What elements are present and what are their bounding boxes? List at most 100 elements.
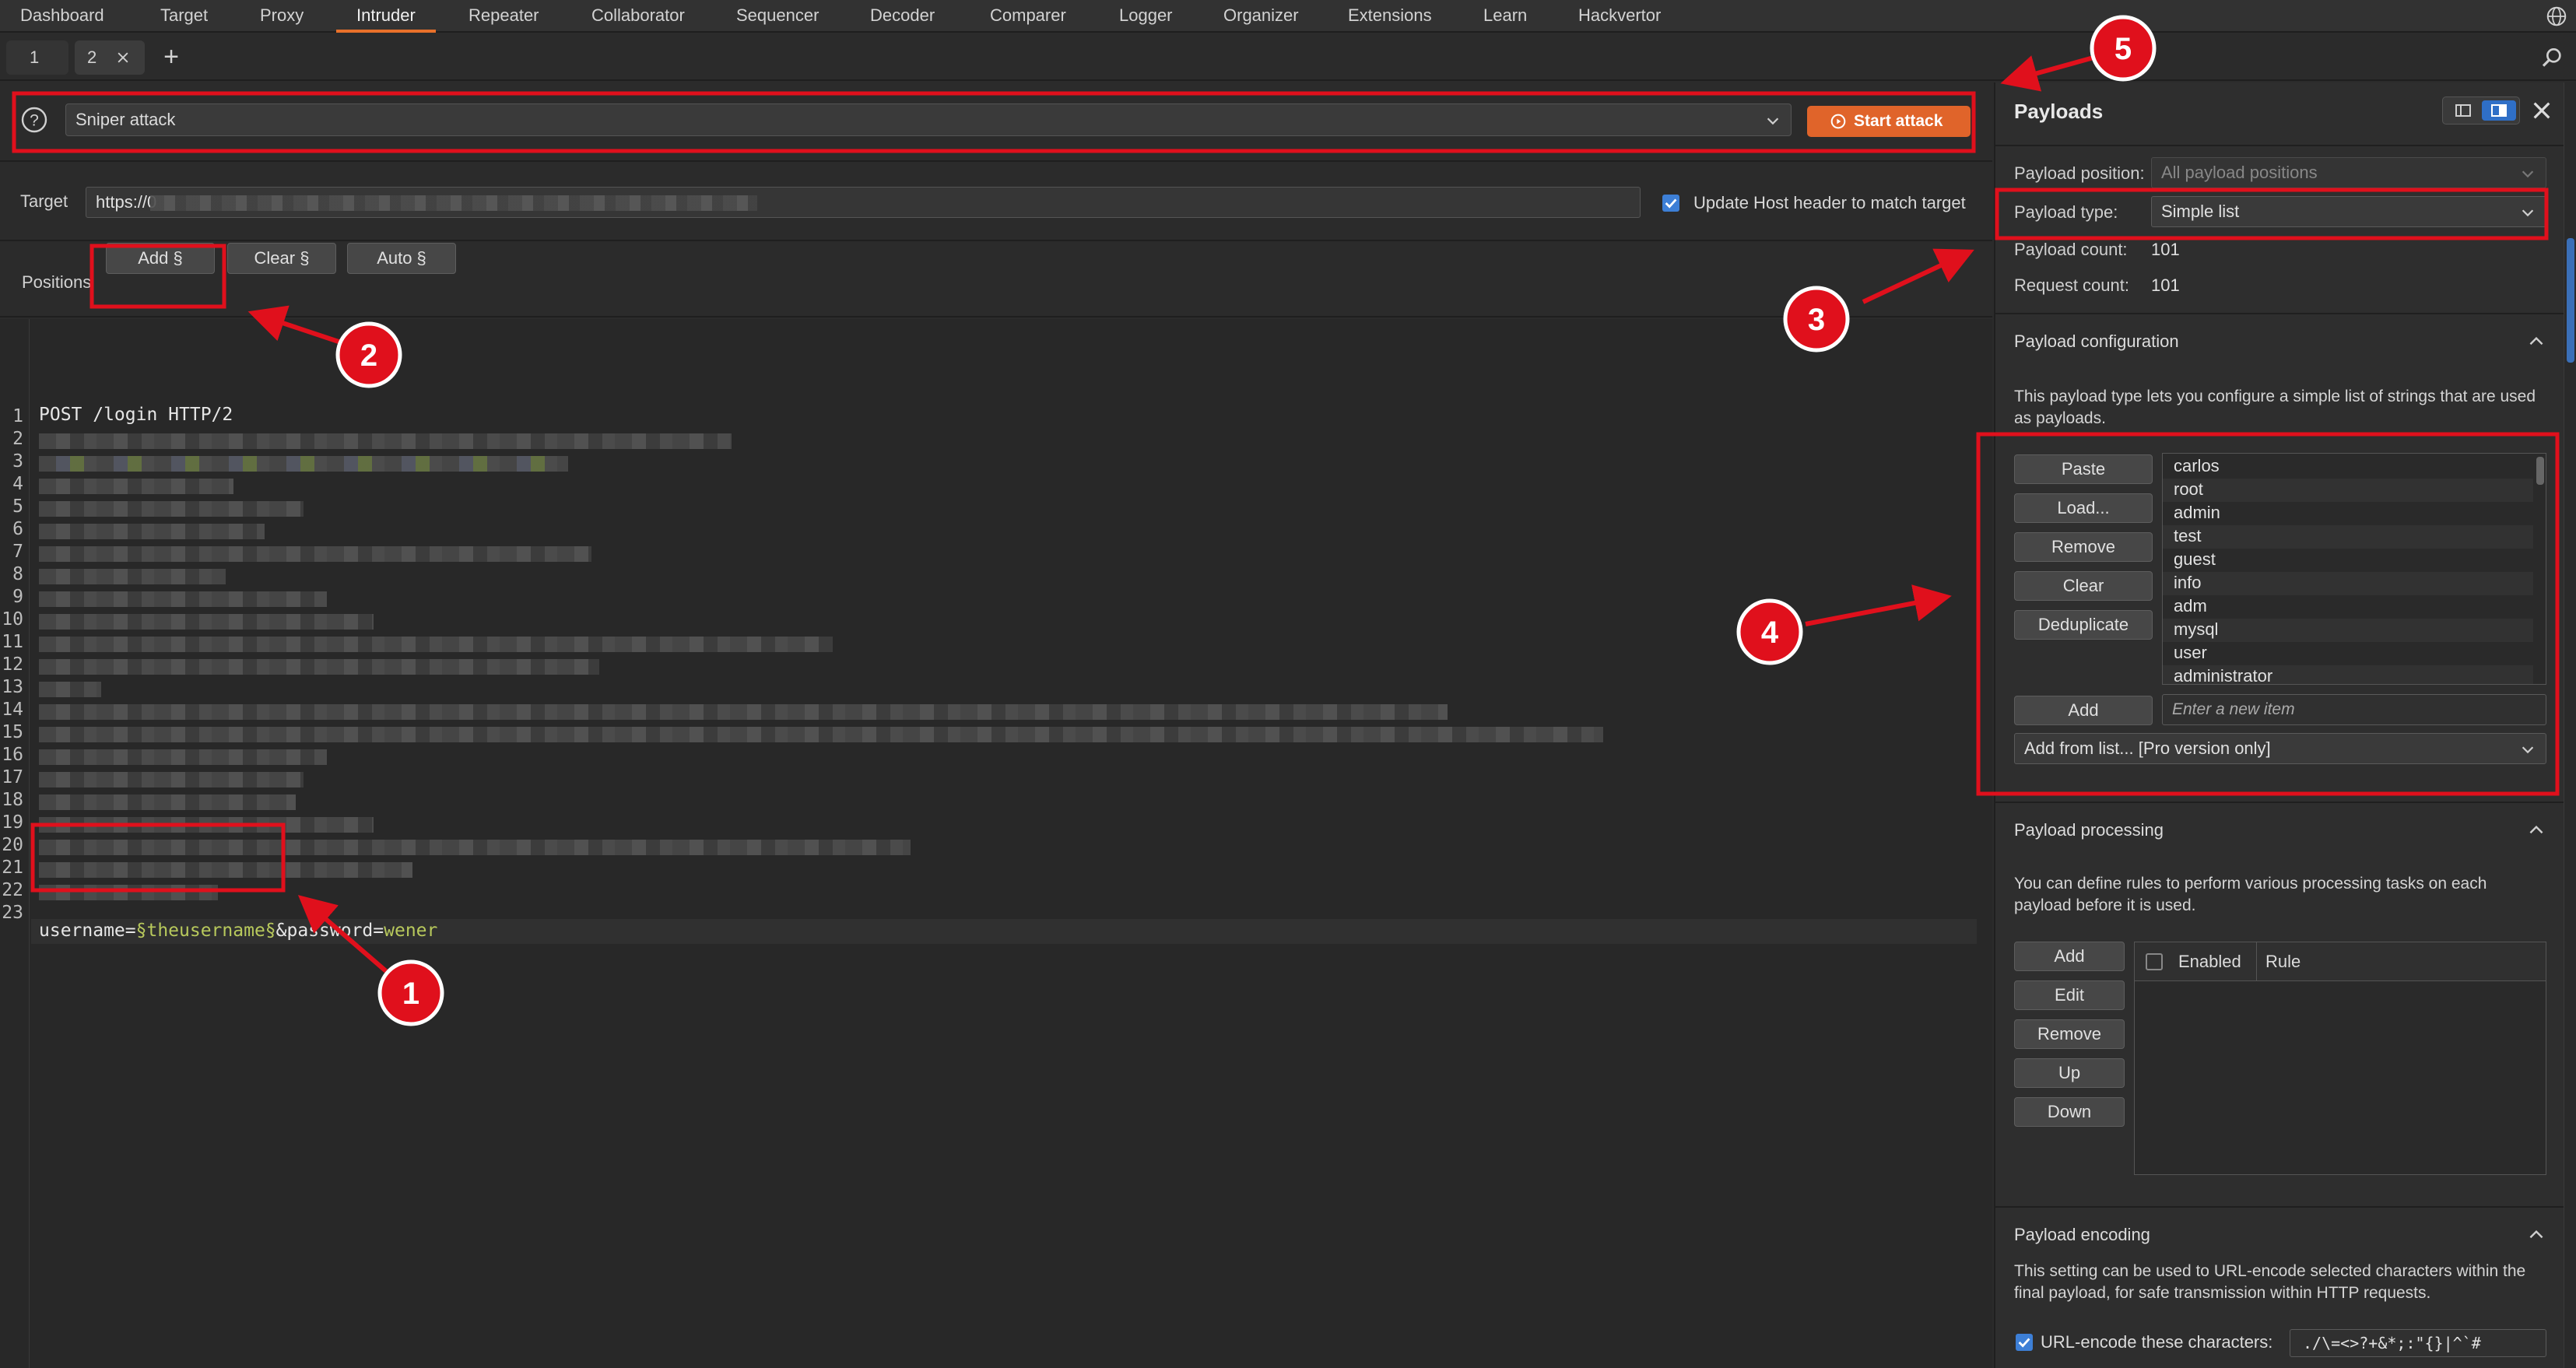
divider [1995,802,2564,803]
subtab-1[interactable]: 1 [6,40,68,75]
menu-tab-comparer[interactable]: Comparer [990,0,1066,33]
chevron-up-icon[interactable] [2526,331,2546,352]
close-panel-icon[interactable] [2529,98,2554,123]
line-number: 9 [12,587,23,607]
new-item-input[interactable]: Enter a new item [2162,694,2546,725]
list-item[interactable]: root [2163,479,2533,502]
subtab-2-label: 2 [87,47,97,67]
panel-scrollbar[interactable] [2564,82,2576,1368]
url-encode-chars-input[interactable]: ./\=<>?+&*;:"{}|^`# [2290,1329,2546,1357]
clear-markers-button[interactable]: Clear § [227,243,336,274]
payload-position-value: All payload positions [2161,163,2318,182]
processing-rules-table[interactable]: Enabled Rule [2134,942,2546,1175]
new-tab-plus-icon[interactable]: + [156,42,187,73]
menu-tab-target[interactable]: Target [160,0,208,33]
url-encode-label: URL-encode these characters: [2041,1332,2273,1352]
line-number: 8 [12,564,23,584]
move-down-button[interactable]: Down [2014,1097,2125,1127]
redacted-header-line [39,727,1603,742]
list-item[interactable]: admin [2163,502,2533,525]
subtab-2[interactable]: 2 [75,40,145,75]
list-item[interactable]: carlos [2163,455,2533,479]
line-number: 22 [2,880,23,900]
url-encode-checkbox[interactable] [2016,1334,2033,1351]
list-view-icon[interactable] [2446,100,2480,121]
redacted-header-line [39,862,412,878]
help-icon[interactable]: ? [20,106,48,134]
menu-tab-learn[interactable]: Learn [1483,0,1527,33]
load-button[interactable]: Load... [2014,493,2153,523]
add-from-list-select[interactable]: Add from list... [Pro version only] [2014,733,2546,764]
redacted-header-line [39,794,296,810]
request-body-line: username=§theusername§&password=wener [39,921,437,941]
line-number: 3 [12,451,23,472]
list-scrollbar[interactable] [2536,457,2544,485]
chevron-up-icon[interactable] [2526,820,2546,840]
intruder-subtabs: 1 2 + [0,34,2576,81]
start-attack-button[interactable]: Start attack [1807,106,1971,137]
redacted-header-line [39,659,599,675]
menu-tab-intruder[interactable]: Intruder [336,0,436,33]
menu-tab-extensions[interactable]: Extensions [1348,0,1432,33]
redacted-header-line [39,885,218,900]
redacted-header-line [39,840,911,855]
auto-markers-button[interactable]: Auto § [347,243,456,274]
globe-icon[interactable] [2545,5,2568,28]
body-password-value: wener [384,921,438,941]
search-icon[interactable] [2540,45,2565,70]
move-up-button[interactable]: Up [2014,1058,2125,1088]
request-editor[interactable]: 1 2 3 4 5 6 7 8 9 10 11 12 13 14 15 16 1… [0,319,1992,1368]
redacted-header-line [39,433,732,449]
menu-tab-repeater[interactable]: Repeater [469,0,539,33]
layout-toggle[interactable] [2442,96,2520,125]
payload-type-value: Simple list [2161,202,2240,221]
menu-tab-decoder[interactable]: Decoder [870,0,935,33]
add-item-button[interactable]: Add [2014,696,2153,725]
line-number: 5 [12,496,23,517]
payload-marker[interactable]: §theusername§ [136,921,276,941]
add-rule-button[interactable]: Add [2014,942,2125,971]
remove-rule-button[interactable]: Remove [2014,1019,2125,1049]
enable-all-checkbox[interactable] [2146,953,2163,970]
menu-tab-proxy[interactable]: Proxy [260,0,304,33]
edit-rule-button[interactable]: Edit [2014,980,2125,1010]
paste-button[interactable]: Paste [2014,454,2153,484]
line-number: 20 [2,835,23,855]
line-number-gutter: 1 2 3 4 5 6 7 8 9 10 11 12 13 14 15 16 1… [0,319,30,1368]
body-username-key: username= [39,921,136,941]
menu-tab-hackvertor[interactable]: Hackvertor [1578,0,1661,33]
menu-tab-dashboard[interactable]: Dashboard [20,0,104,33]
payload-processing-title: Payload processing [2014,820,2164,840]
list-item[interactable]: info [2163,572,2533,595]
attack-type-select[interactable]: Sniper attack [65,103,1792,136]
panel-scroll-thumb[interactable] [2567,238,2574,363]
menu-tab-logger[interactable]: Logger [1119,0,1173,33]
clear-button[interactable]: Clear [2014,571,2153,601]
list-item[interactable]: user [2163,642,2533,665]
payload-type-select[interactable]: Simple list [2151,196,2546,227]
column-divider [2256,942,2257,981]
menu-tab-collaborator[interactable]: Collaborator [591,0,685,33]
split-view-icon[interactable] [2482,100,2516,121]
start-attack-label: Start attack [1854,112,1943,130]
enabled-column-header: Enabled [2178,952,2241,971]
target-url-input[interactable]: https://0 [86,187,1641,218]
deduplicate-button[interactable]: Deduplicate [2014,610,2153,640]
remove-button[interactable]: Remove [2014,532,2153,562]
payload-position-select: All payload positions [2151,157,2546,188]
payload-list[interactable]: carlos root admin test guest info adm my… [2162,453,2546,685]
list-item[interactable]: mysql [2163,619,2533,642]
chevron-up-icon[interactable] [2526,1225,2546,1245]
list-item[interactable]: administrator [2163,665,2533,684]
redacted-header-line [39,569,226,584]
add-marker-button[interactable]: Add § [106,243,215,274]
redacted-header-line [39,479,233,494]
menu-tab-organizer[interactable]: Organizer [1223,0,1299,33]
update-host-checkbox[interactable] [1662,195,1679,212]
chevron-down-icon [2522,209,2534,217]
close-tab-icon[interactable] [115,50,131,65]
list-item[interactable]: adm [2163,595,2533,619]
list-item[interactable]: test [2163,525,2533,549]
menu-tab-sequencer[interactable]: Sequencer [736,0,819,33]
list-item[interactable]: guest [2163,549,2533,572]
